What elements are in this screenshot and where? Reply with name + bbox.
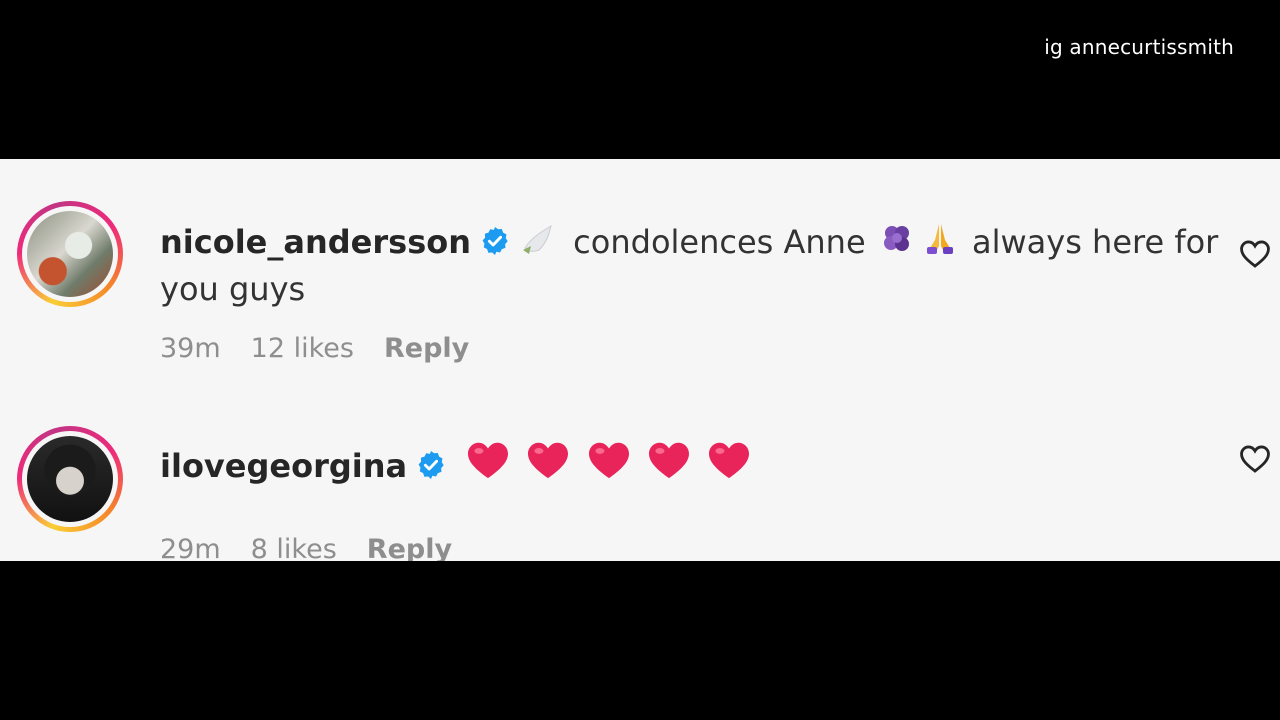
avatar[interactable] xyxy=(17,426,123,532)
heart-outline-icon[interactable] xyxy=(1238,237,1272,271)
heart-emoji xyxy=(588,442,629,479)
comment-username[interactable]: nicole_andersson xyxy=(160,223,471,261)
comments-panel: nicole_andersson condolences Anne always… xyxy=(0,159,1280,561)
reply-button[interactable]: Reply xyxy=(384,333,469,364)
praying-hands-icon xyxy=(926,224,953,254)
comment-likes[interactable]: 8 likes xyxy=(251,534,337,561)
reply-button[interactable]: Reply xyxy=(367,534,452,561)
heart-emoji xyxy=(708,442,749,479)
purple-flower-icon xyxy=(883,226,909,251)
watermark: ig annecurtissmith xyxy=(1044,35,1234,59)
heart-emoji xyxy=(528,442,569,479)
comment-time: 29m xyxy=(160,534,221,561)
comment-time: 39m xyxy=(160,333,221,364)
verified-badge-icon xyxy=(482,227,508,255)
comment-body: nicole_andersson condolences Anne always… xyxy=(160,219,1220,313)
comment-meta: 29m 8 likes Reply xyxy=(160,534,482,561)
comment-body: ilovegeorgina xyxy=(160,440,1220,490)
avatar[interactable] xyxy=(17,201,123,307)
comment-text: condolences Anne xyxy=(573,223,866,261)
avatar-image xyxy=(27,211,113,297)
video-frame: ig annecurtissmith nicole_andersson cond… xyxy=(0,0,1280,720)
comment-meta: 39m 12 likes Reply xyxy=(160,333,499,364)
heart-emoji xyxy=(648,442,689,479)
heart-emoji xyxy=(468,442,509,479)
heart-outline-icon[interactable] xyxy=(1238,442,1272,476)
verified-badge-icon xyxy=(418,451,444,479)
dove-icon xyxy=(523,224,552,254)
comment-likes[interactable]: 12 likes xyxy=(251,333,354,364)
comment-username[interactable]: ilovegeorgina xyxy=(160,447,407,485)
avatar-image xyxy=(27,436,113,522)
